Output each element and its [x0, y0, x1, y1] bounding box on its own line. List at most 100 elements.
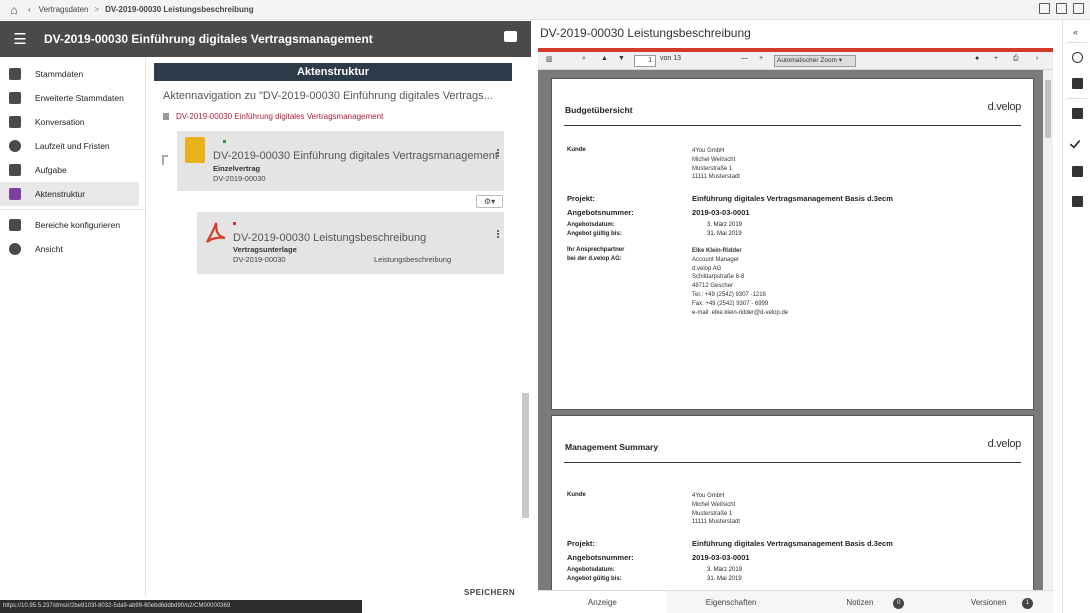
sidebar-item-label: Stammdaten [35, 69, 84, 79]
sidebar-item-bereiche-konfigurieren[interactable]: Bereiche konfigurieren [0, 213, 139, 237]
sidebar-item-laufzeit[interactable]: Laufzeit und Fristen [0, 134, 139, 158]
rail-divider [1067, 42, 1087, 43]
calendar-icon [9, 164, 21, 176]
kunde-label: Kunde [567, 492, 586, 498]
sidebar-item-label: Ansicht [35, 244, 63, 254]
tab-label: Notizen [846, 597, 874, 607]
sidebar-item-erweiterte-stammdaten[interactable]: Erweiterte Stammdaten [0, 86, 139, 110]
partner-label-line: bei der d.velop AG: [567, 256, 622, 262]
check-icon[interactable] [1069, 137, 1081, 149]
more-options-icon[interactable] [497, 230, 499, 238]
card-type: Einzelvertrag [213, 164, 261, 173]
hamburger-menu-icon[interactable]: ☰ [0, 30, 40, 48]
copy-icon[interactable] [1072, 166, 1083, 177]
count-badge: 0 [893, 598, 905, 609]
breadcrumb-item-current: DV-2019-00030 Leistungsbeschreibung [105, 5, 254, 14]
search-icon[interactable]: ⌕ [582, 55, 586, 63]
sidebar-item-aktenstruktur[interactable]: Aktenstruktur [0, 182, 139, 206]
viewer-scrollbar[interactable] [1043, 70, 1053, 590]
gueltig-label: Angebot gültig bis: [567, 576, 622, 582]
projekt-value: Einführung digitales Vertragsmanagement … [692, 539, 893, 548]
sidebar-item-ansicht[interactable]: Ansicht [0, 237, 139, 261]
scrollbar-thumb[interactable] [522, 393, 529, 518]
heading-rule [564, 125, 1021, 126]
angebot-label: Angebotsnummer: [567, 208, 634, 217]
akten-nav-link[interactable]: DV-2019-00030 Einführung digitales Vertr… [163, 112, 383, 121]
document-plus-icon [9, 92, 21, 104]
draw-icon[interactable]: ● [975, 55, 979, 62]
parent-arrow-icon [162, 155, 168, 165]
layout-icons [1039, 3, 1084, 14]
dvelop-logo: d.velop [987, 101, 1022, 113]
pdf-page: Budgetübersicht d.velop Kunde 4You GmbH … [551, 78, 1034, 410]
top-bar: ⌂ ‹ Vertragsdaten > DV-2019-00030 Leistu… [0, 0, 1090, 20]
angebot-label: Angebotsnummer: [567, 553, 634, 562]
collapse-icon[interactable]: « [1073, 27, 1078, 37]
tab-eigenschaften[interactable]: Eigenschaften [667, 591, 796, 613]
partner-line: d.velop AG [692, 265, 722, 272]
zoom-out-icon[interactable]: — [741, 55, 748, 62]
trash-icon[interactable] [1072, 196, 1083, 207]
breadcrumb: Vertragsdaten > DV-2019-00030 Leistungsb… [39, 5, 254, 14]
detail-title: DV-2019-00030 Einführung digitales Vertr… [44, 32, 373, 46]
upload-icon[interactable] [1072, 108, 1083, 119]
status-url: https://10.95.5.237/dms/r/2be9103f-8032-… [0, 600, 362, 613]
tab-anzeige[interactable]: Anzeige [538, 591, 667, 613]
tab-label: Versionen [970, 597, 1007, 607]
tab-notizen[interactable]: Notizen 0 [796, 591, 925, 613]
projekt-label: Projekt: [567, 194, 595, 203]
sidebar-toggle-icon[interactable]: ▥ [546, 55, 553, 63]
child-document-card[interactable]: DV-2019-00030 Leistungsbeschreibung Vert… [197, 212, 504, 274]
more-tools-icon[interactable]: › [1036, 55, 1038, 62]
split-view-icon[interactable] [1039, 3, 1050, 14]
sidebar: Stammdaten Erweiterte Stammdaten Konvers… [0, 57, 146, 597]
zoom-value: Automatischer Zoom [777, 57, 837, 64]
sidebar-item-konversation[interactable]: Konversation [0, 110, 139, 134]
card-type: Vertragsunterlage [233, 245, 297, 254]
download-icon[interactable] [1072, 78, 1083, 89]
print-icon[interactable] [504, 31, 517, 42]
address-line: Musterstraße 1 [692, 510, 733, 517]
pdf-viewer[interactable]: Budgetübersicht d.velop Kunde 4You GmbH … [538, 70, 1053, 590]
datum-value: 3. März 2019 [707, 222, 743, 228]
sidebar-item-label: Aktenstruktur [35, 189, 86, 199]
zoom-in-icon[interactable]: + [759, 55, 763, 62]
datum-label: Angebotsdatum: [567, 567, 615, 573]
scrollbar-thumb[interactable] [1045, 80, 1051, 138]
add-icon[interactable]: + [994, 55, 998, 62]
settings-dropdown-button[interactable]: ⚙▾ [476, 195, 503, 208]
parent-file-card[interactable]: DV-2019-00030 Einführung digitales Vertr… [177, 131, 504, 191]
next-page-icon[interactable]: ▼ [618, 55, 625, 62]
datum-value: 3. März 2019 [707, 567, 743, 573]
card-category: Leistungsbeschreibung [374, 255, 452, 264]
pdf-toolbar: ▥ ⌕ ▲ ▼ 1 von 13 — + Automatischer Zoom … [538, 52, 1053, 70]
save-button[interactable]: SPEICHERN [464, 588, 515, 597]
grid-view-icon[interactable] [1073, 3, 1084, 14]
sidebar-item-aufgabe[interactable]: Aufgabe [0, 158, 139, 182]
zoom-select[interactable]: Automatischer Zoom ▾ [774, 55, 856, 67]
dvelop-logo: d.velop [987, 438, 1022, 450]
viewer-tabs: Anzeige Eigenschaften Notizen 0 Versione… [538, 590, 1053, 613]
sidebar-item-label: Aufgabe [35, 165, 67, 175]
pdf-page: Management Summary d.velop Kunde 4You Gm… [551, 415, 1034, 590]
home-icon[interactable]: ⌂ [0, 3, 28, 17]
gear-icon [9, 243, 21, 255]
breadcrumb-item-vertragsdaten[interactable]: Vertragsdaten [39, 5, 89, 14]
single-view-icon[interactable] [1056, 3, 1067, 14]
address-line: 4You GmbH [692, 493, 725, 499]
star-icon[interactable] [1072, 52, 1083, 63]
clock-icon [9, 140, 21, 152]
contract-folder-icon [185, 137, 205, 163]
partner-label-line: Ihr Ansprechpartner [567, 247, 625, 253]
page-number-input[interactable]: 1 [634, 55, 656, 67]
previous-page-icon[interactable]: ▲ [601, 55, 608, 62]
akten-navigation-text: Aktennavigation zu "DV-2019-00030 Einfüh… [163, 90, 493, 102]
sidebar-item-stammdaten[interactable]: Stammdaten [0, 62, 139, 86]
print-icon[interactable]: ⎙ [1013, 55, 1019, 63]
akten-nav-link-label: DV-2019-00030 Einführung digitales Vertr… [176, 112, 384, 121]
card-number: DV-2019-00030 [213, 174, 266, 183]
more-options-icon[interactable] [497, 149, 499, 157]
sidebar-item-label: Konversation [35, 117, 85, 127]
tab-versionen[interactable]: Versionen 1 [924, 591, 1053, 613]
back-chevron-icon[interactable]: ‹ [28, 5, 31, 14]
